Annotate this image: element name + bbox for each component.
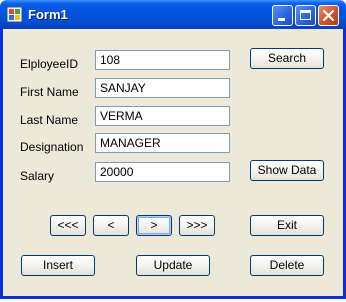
employee-id-field[interactable]: 108 xyxy=(95,50,230,70)
first-name-label: First Name xyxy=(20,85,79,99)
salary-label: Salary xyxy=(20,169,55,183)
maximize-button[interactable] xyxy=(295,5,316,26)
window-title: Form1 xyxy=(28,7,68,22)
last-record-button[interactable]: >>> xyxy=(179,215,215,236)
next-record-button[interactable]: > xyxy=(136,215,172,236)
update-button[interactable]: Update xyxy=(136,255,210,276)
employee-id-label: ElployeeID xyxy=(20,57,79,71)
salary-field[interactable]: 20000 xyxy=(95,162,230,182)
insert-button[interactable]: Insert xyxy=(21,255,95,276)
designation-field[interactable]: MANAGER xyxy=(95,133,230,153)
app-icon xyxy=(7,7,22,22)
close-icon xyxy=(322,9,335,22)
maximize-icon xyxy=(300,10,311,20)
form-window: Form1 ElployeeID First Name Last Name De… xyxy=(0,0,346,299)
close-button[interactable] xyxy=(318,5,339,26)
exit-button[interactable]: Exit xyxy=(250,215,324,236)
previous-record-button[interactable]: < xyxy=(93,215,129,236)
show-data-button[interactable]: Show Data xyxy=(250,160,324,181)
last-name-label: Last Name xyxy=(20,113,79,127)
search-button[interactable]: Search xyxy=(250,48,324,69)
form-client-area: ElployeeID First Name Last Name Designat… xyxy=(3,29,343,296)
minimize-icon xyxy=(278,18,285,21)
title-bar[interactable]: Form1 xyxy=(0,0,346,29)
first-record-button[interactable]: <<< xyxy=(50,215,86,236)
first-name-field[interactable]: SANJAY xyxy=(95,78,230,98)
last-name-field[interactable]: VERMA xyxy=(95,106,230,126)
delete-button[interactable]: Delete xyxy=(250,255,324,276)
designation-label: Designation xyxy=(20,140,84,154)
minimize-button[interactable] xyxy=(272,5,293,26)
